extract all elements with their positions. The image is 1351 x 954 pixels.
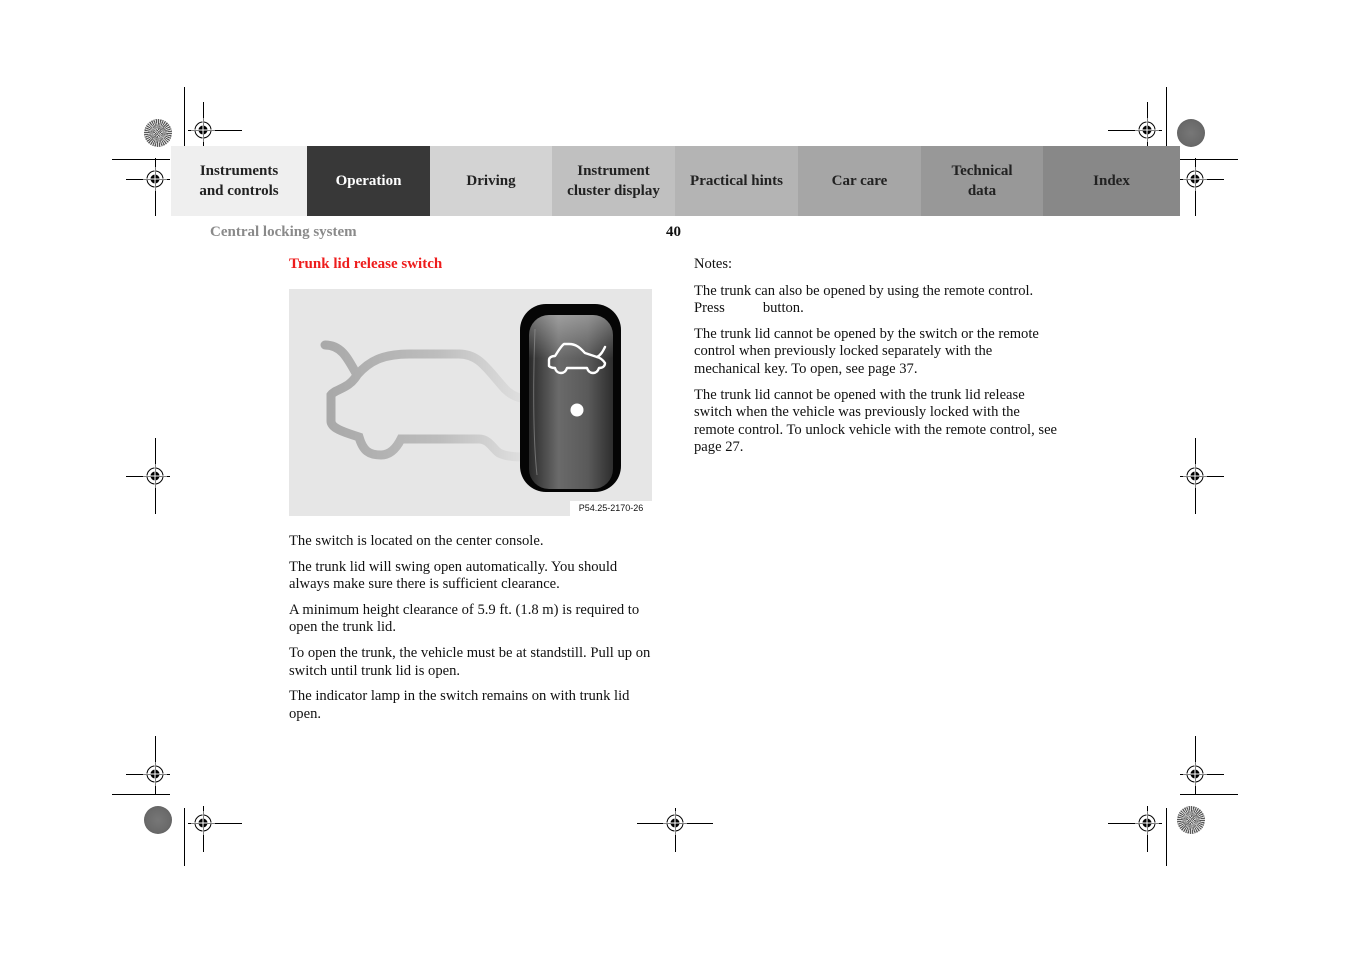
tab-label: data — [967, 183, 997, 199]
notes-column: Notes: The trunk can also be opened by u… — [694, 256, 1062, 465]
registration-target-icon — [143, 762, 167, 786]
tab-label: Practical hints — [690, 173, 783, 189]
note-paragraph: The trunk can also be opened by using th… — [694, 283, 1062, 318]
tab-label: Driving — [466, 173, 516, 189]
trunk-switch-illustration: P54.25-2170-26 — [289, 289, 652, 516]
registration-target-icon — [663, 811, 687, 835]
paragraph: The trunk lid will swing open automatica… — [289, 558, 618, 593]
tab-label: Technical — [951, 163, 1013, 179]
trunk-release-switch — [520, 304, 621, 492]
tab-label: Instruments — [199, 163, 279, 179]
registration-target-icon — [191, 811, 215, 835]
registration-target-icon — [1183, 167, 1207, 191]
paragraph: A minimum height clearance of 5.9 ft. (1… — [289, 601, 640, 636]
color-rosette-icon — [144, 119, 172, 147]
crop-line — [184, 87, 185, 147]
crop-line — [1166, 87, 1167, 147]
tab-index[interactable]: Index — [1043, 146, 1180, 216]
registration-target-icon — [1183, 762, 1207, 786]
note-paragraph: The trunk lid cannot be opened by the sw… — [694, 325, 1039, 377]
tab-instruments-and-controls[interactable]: Instruments and controls — [171, 146, 307, 216]
tab-label: Index — [1093, 173, 1130, 189]
color-rosette-icon — [1177, 806, 1205, 834]
chapter-nav-tabs: Instruments and controls Operation Drivin… — [171, 146, 1180, 216]
tab-driving[interactable]: Driving — [430, 146, 552, 216]
tab-label: Operation — [335, 173, 402, 189]
registration-target-icon — [143, 167, 167, 191]
page-title: Trunk lid release switch — [289, 256, 443, 272]
tab-label: cluster display — [567, 183, 660, 199]
tab-practical-hints[interactable]: Practical hints — [675, 146, 798, 216]
tab-technical-data[interactable]: Technical data — [921, 146, 1043, 216]
registration-target-icon — [191, 118, 215, 142]
tab-instrument-cluster-display[interactable]: Instrument cluster display — [552, 146, 675, 216]
figure-reference-label: P54.25-2170-26 — [570, 501, 652, 516]
page-number: 40 — [666, 224, 681, 240]
indicator-lamp — [570, 403, 584, 417]
crop-line — [184, 808, 185, 866]
paragraph: The switch is located on the center cons… — [289, 533, 544, 549]
notes-label: Notes: — [694, 256, 733, 272]
registration-target-icon — [143, 464, 167, 488]
note-paragraph: The trunk lid cannot be opened with the … — [694, 386, 1058, 456]
crop-line — [1180, 159, 1238, 160]
tab-car-care[interactable]: Car care — [798, 146, 921, 216]
tab-operation[interactable]: Operation — [307, 146, 430, 216]
paragraph: To open the trunk, the vehicle must be a… — [289, 644, 651, 679]
tab-label: Instrument — [577, 163, 650, 179]
note-text: button. — [762, 300, 804, 317]
color-patch-icon — [1177, 119, 1205, 147]
crop-line — [1166, 808, 1167, 866]
color-patch-icon — [144, 806, 172, 834]
crop-line — [112, 794, 170, 795]
registration-target-icon — [1135, 118, 1159, 142]
tab-label: Car care — [831, 173, 888, 189]
crop-line — [1180, 794, 1238, 795]
left-column-text: The switch is located on the center cons… — [289, 533, 661, 731]
note-text: The trunk can also be opened by using th… — [694, 282, 1034, 317]
car-outline-icon — [320, 340, 534, 462]
registration-target-icon — [1135, 811, 1159, 835]
section-heading: Central locking system — [210, 224, 357, 240]
crop-line — [112, 159, 170, 160]
paragraph: The indicator lamp in the switch remains… — [289, 688, 630, 722]
illustration-svg — [320, 304, 621, 492]
registration-target-icon — [1183, 464, 1207, 488]
tab-label: and controls — [199, 183, 279, 199]
